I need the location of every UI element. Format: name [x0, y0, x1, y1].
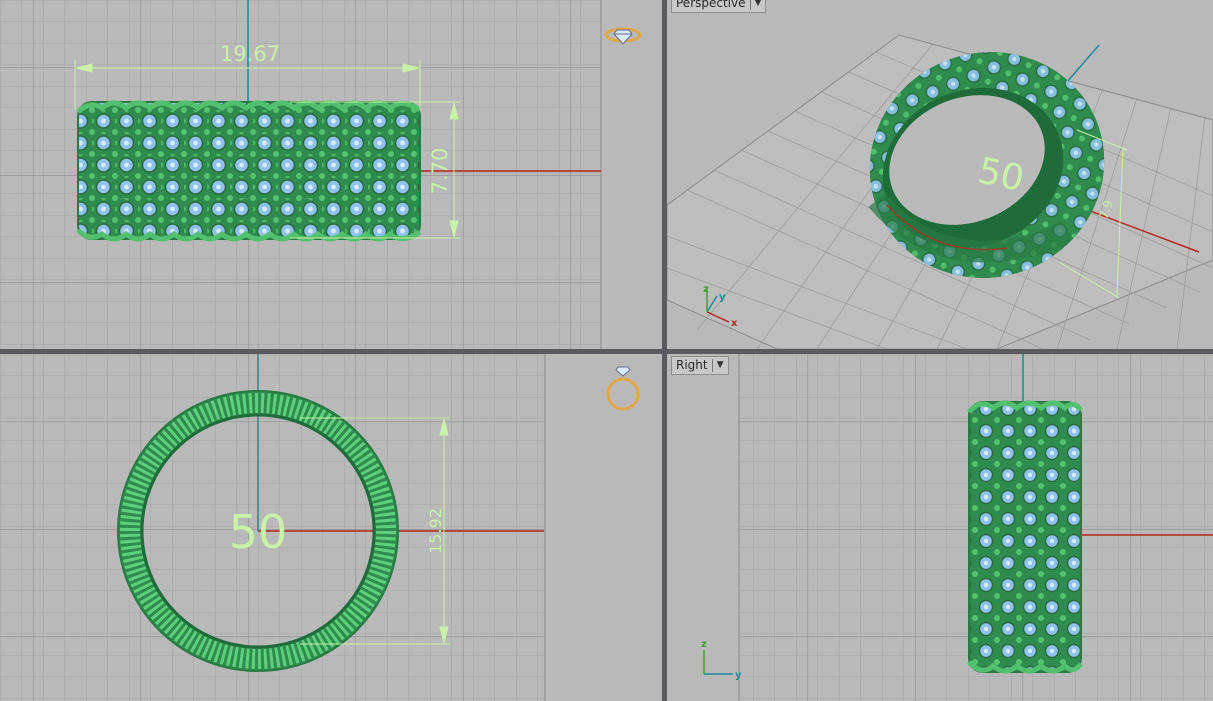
dimension-height-label: 7.70	[428, 148, 452, 195]
axis-z-label: z	[701, 639, 707, 650]
viewport-title-perspective[interactable]: Perspective ▼	[671, 0, 767, 13]
viewport-front[interactable]: 19.67 7.70	[0, 0, 662, 349]
viewport-perspective-canvas: 50 7.9 x y z	[667, 0, 1213, 349]
viewport-right-canvas: z y	[667, 354, 1213, 701]
viewport-top-canvas: 50 15.92	[0, 354, 662, 701]
viewport-title-right[interactable]: Right ▼	[671, 356, 729, 375]
dimension-diameter-label: 15.92	[426, 508, 445, 554]
ring-outline-icon[interactable]	[604, 364, 642, 412]
ring-front-model	[76, 100, 422, 242]
ring-gem-icon[interactable]	[604, 24, 642, 46]
dimension-width-label: 19.67	[220, 42, 280, 66]
axis-x-label: x	[731, 318, 738, 329]
viewport-front-canvas: 19.67 7.70	[0, 0, 662, 349]
chevron-down-icon[interactable]: ▼	[755, 0, 762, 12]
axis-z-label: z	[703, 284, 709, 295]
viewport-title-label: Perspective	[676, 0, 746, 10]
viewport-perspective[interactable]: 50 7.9 x y z Perspective ▼	[667, 0, 1213, 349]
viewport-top[interactable]: 50 15.92	[0, 354, 662, 701]
viewport-right[interactable]: z y Right ▼	[667, 354, 1213, 701]
axis-y-label: y	[719, 292, 726, 303]
ring-right-model	[967, 400, 1083, 674]
chevron-down-icon[interactable]: ▼	[717, 357, 724, 374]
ring-size-label: 50	[229, 505, 288, 559]
axis-y-label: y	[735, 670, 742, 681]
viewport-title-label: Right	[676, 358, 708, 372]
